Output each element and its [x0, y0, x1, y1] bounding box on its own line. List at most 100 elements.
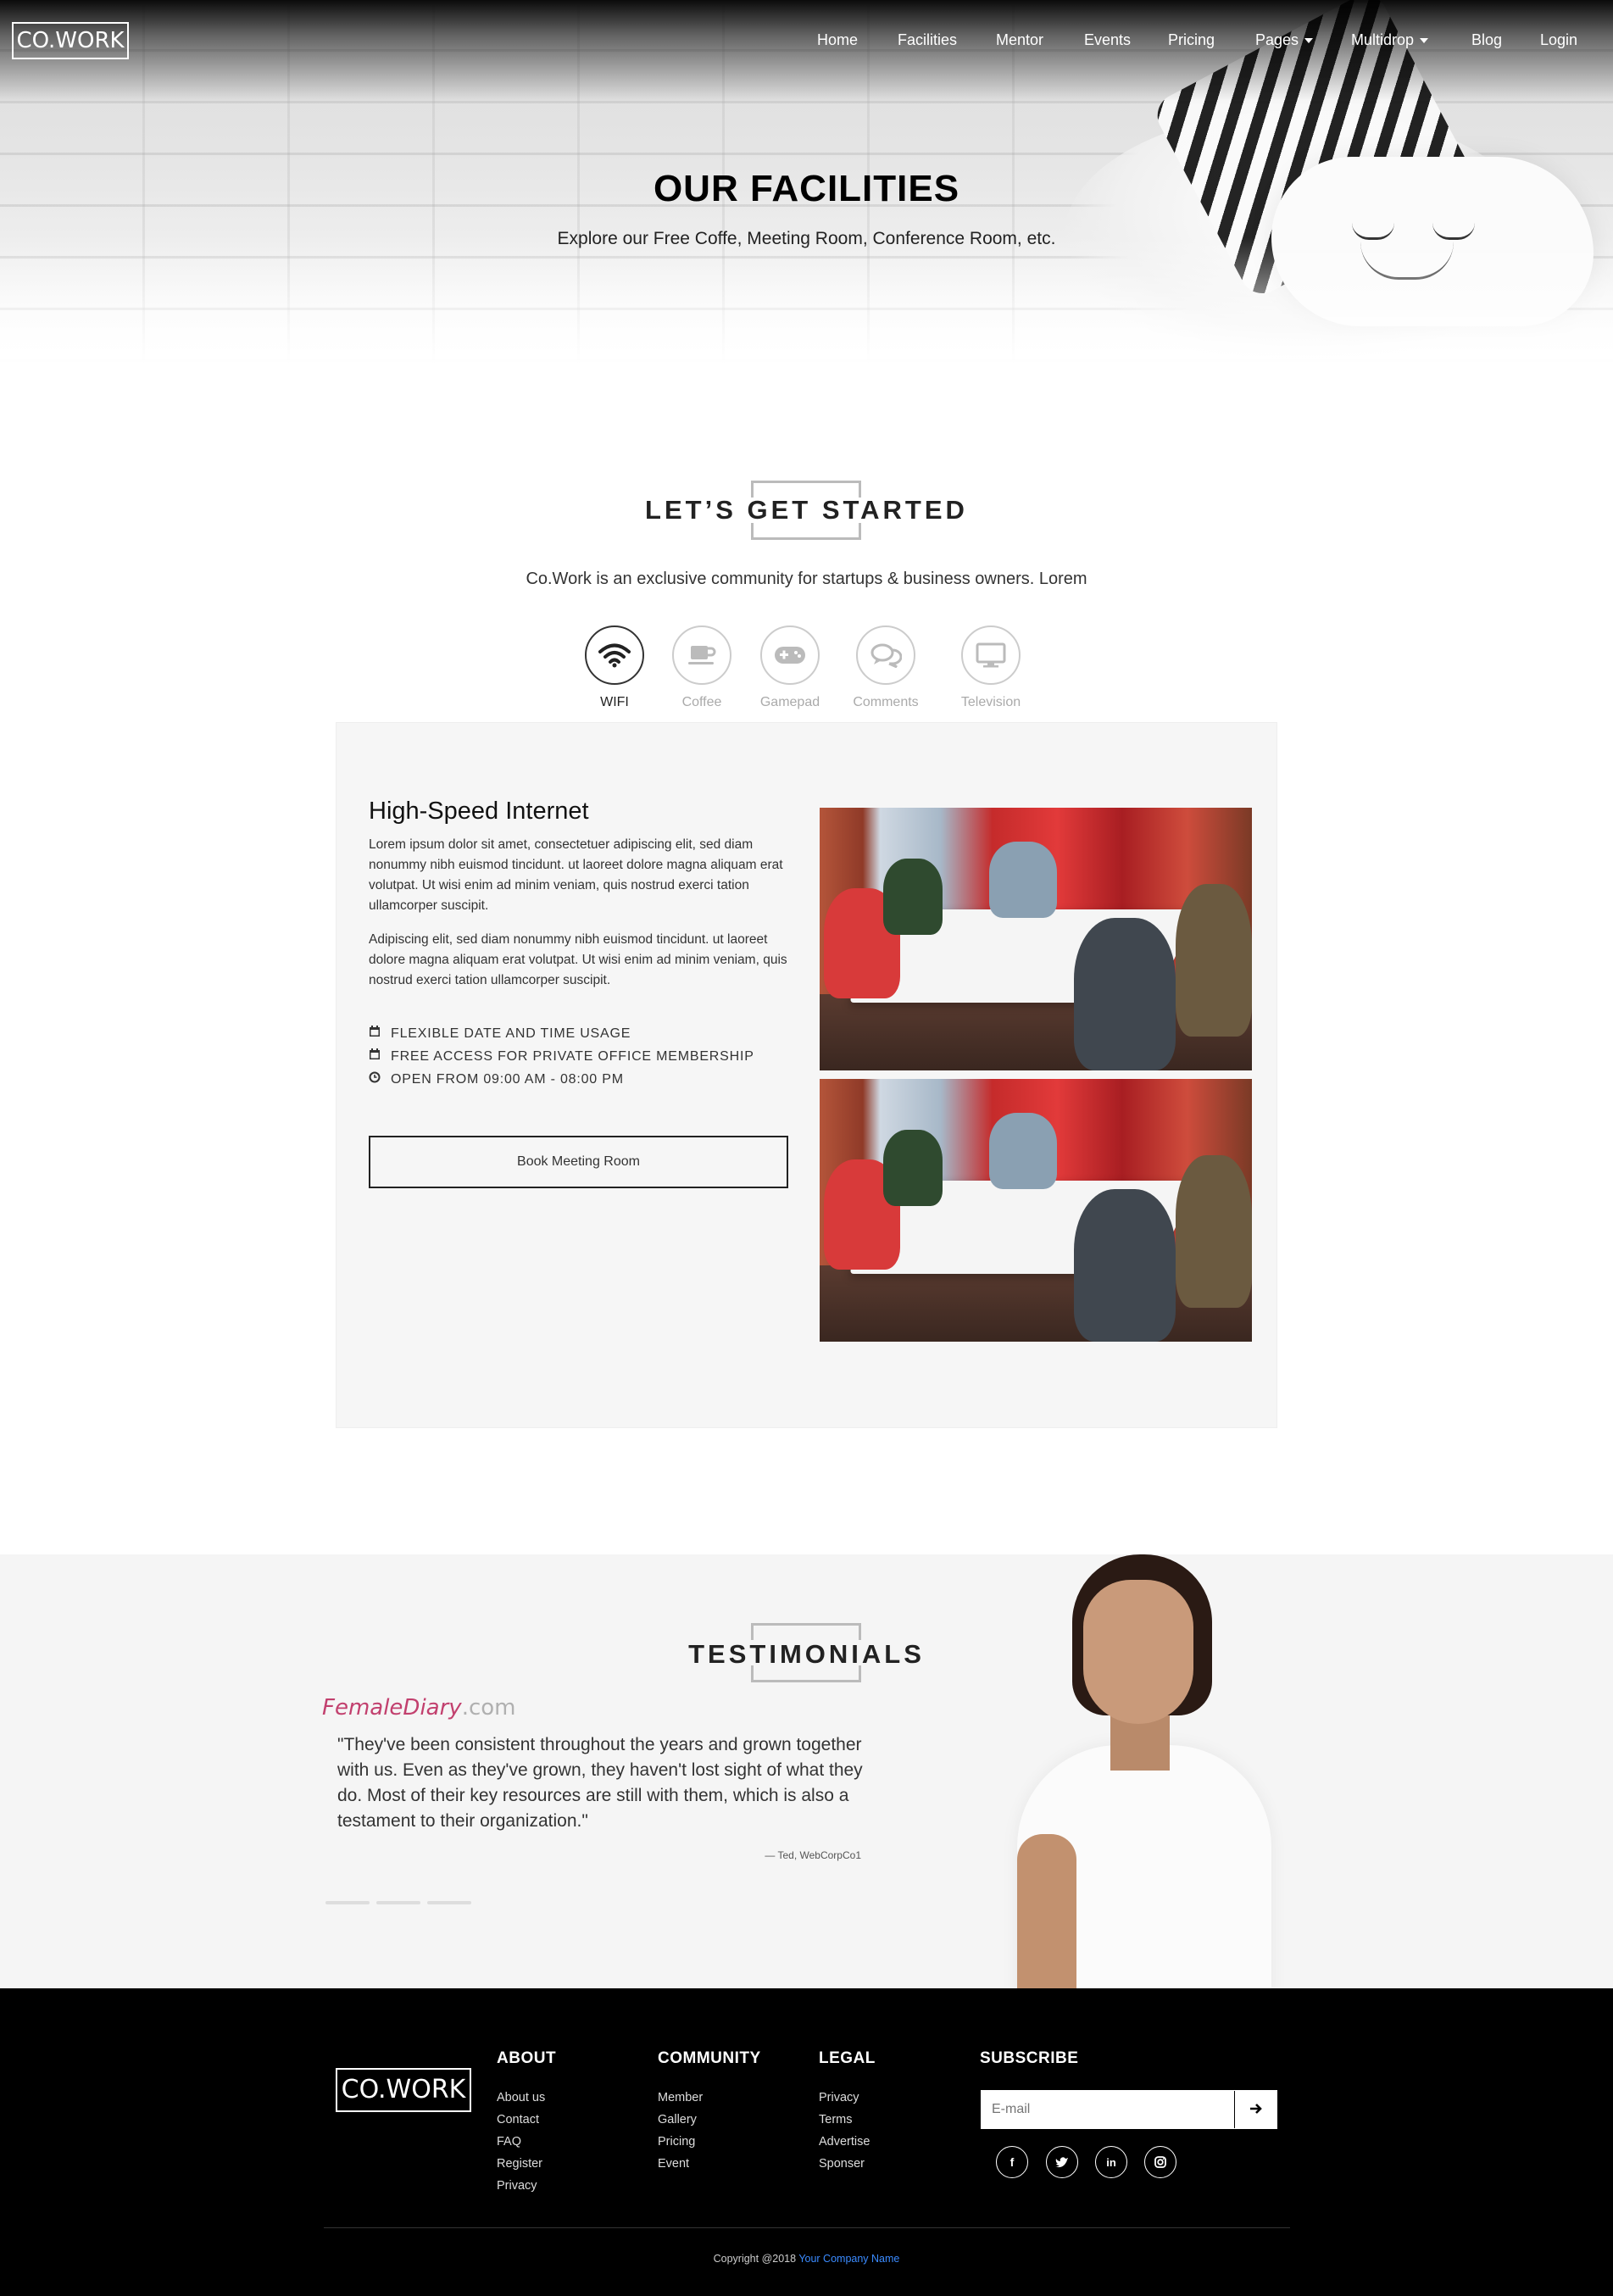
clock-icon — [369, 1071, 386, 1087]
nav-pages-label: Pages — [1255, 31, 1299, 48]
facility-tab-gamepad[interactable]: Gamepad — [760, 625, 820, 709]
section-title-testimonials: TESTIMONIALS — [688, 1639, 925, 1669]
footer-column-about: ABOUT About us Contact FAQ Register Priv… — [497, 2049, 556, 2197]
facility-detail-paragraph: Adipiscing elit, sed diam nonummy nibh e… — [369, 932, 787, 987]
book-meeting-room-button[interactable]: Book Meeting Room — [369, 1136, 788, 1188]
feature-label: FLEXIBLE DATE AND TIME USAGE — [391, 1026, 631, 1041]
facility-tab-comments[interactable]: Comments — [853, 625, 919, 709]
nav-multidrop[interactable]: Multidrop — [1351, 29, 1429, 51]
facility-detail-title: High-Speed Internet — [369, 798, 589, 825]
footer-column-legal: LEGAL Privacy Terms Advertise Sponser — [819, 2049, 876, 2175]
page-subtitle: Explore our Free Coffe, Meeting Room, Co… — [557, 229, 1056, 248]
linkedin-icon[interactable]: in — [1095, 2146, 1127, 2178]
feature-label: OPEN FROM 09:00 AM - 08:00 PM — [391, 1072, 624, 1087]
wifi-icon — [598, 643, 631, 668]
footer-link[interactable]: Privacy — [819, 2087, 876, 2109]
feature-item: FLEXIBLE DATE AND TIME USAGE — [369, 1026, 631, 1042]
footer-link[interactable]: Contact — [497, 2109, 556, 2131]
photo-person — [1176, 1155, 1252, 1308]
meeting-room-photo — [820, 808, 1252, 1070]
feature-item: FREE ACCESS FOR PRIVATE OFFICE MEMBERSHI… — [369, 1048, 754, 1065]
nav-pages[interactable]: Pages — [1255, 29, 1314, 51]
footer-link[interactable]: Event — [658, 2153, 761, 2175]
footer-link[interactable]: Sponser — [819, 2153, 876, 2175]
brand-main: FemaleDiary — [322, 1695, 462, 1721]
calendar-icon — [369, 1026, 386, 1042]
section-title-started: LET’S GET STARTED — [645, 495, 968, 525]
feature-label: FREE ACCESS FOR PRIVATE OFFICE MEMBERSHI… — [391, 1049, 754, 1064]
nav-facilities[interactable]: Facilities — [898, 29, 957, 51]
nav-home[interactable]: Home — [817, 29, 858, 51]
twitter-bird-glyph — [1055, 2157, 1068, 2168]
instagram-icon[interactable] — [1144, 2146, 1176, 2178]
chevron-down-icon — [1420, 38, 1429, 44]
carousel-dot[interactable] — [376, 1901, 420, 1904]
photo-person — [1074, 1189, 1176, 1342]
calendar-icon — [369, 1048, 386, 1065]
facility-circle — [961, 625, 1021, 685]
facility-circle — [856, 625, 915, 685]
facility-label: Television — [960, 695, 1021, 709]
nav-multidrop-label: Multidrop — [1351, 31, 1415, 48]
subscribe-form — [981, 2090, 1277, 2129]
facility-tab-television[interactable]: Television — [961, 625, 1021, 709]
chevron-down-icon — [1304, 38, 1314, 44]
facebook-icon[interactable]: f — [996, 2146, 1028, 2178]
footer-column-community: COMMUNITY Member Gallery Pricing Event — [658, 2049, 761, 2175]
twitter-icon[interactable] — [1046, 2146, 1078, 2178]
footer-link[interactable]: Gallery — [658, 2109, 761, 2131]
footer-link[interactable]: Privacy — [497, 2175, 556, 2197]
footer-heading: SUBSCRIBE — [980, 2049, 1079, 2067]
site-footer: CO.WORK ABOUT About us Contact FAQ Regis… — [0, 1988, 1613, 2296]
person-arm — [1017, 1834, 1076, 1988]
gamepad-icon — [775, 647, 805, 664]
nav-mentor[interactable]: Mentor — [996, 29, 1043, 51]
brand-suffix: .com — [461, 1695, 516, 1721]
nav-pricing[interactable]: Pricing — [1168, 29, 1215, 51]
television-icon — [976, 642, 1006, 668]
instagram-glyph — [1154, 2156, 1166, 2168]
footer-heading: COMMUNITY — [658, 2049, 761, 2067]
facility-detail-paragraph: Lorem ipsum dolor sit amet, consectetuer… — [369, 837, 783, 913]
copyright-text: Copyright @2018 — [713, 2253, 797, 2265]
footer-link[interactable]: Member — [658, 2087, 761, 2109]
coffee-icon — [688, 646, 716, 664]
facility-detail-panel: High-Speed Internet Lorem ipsum dolor si… — [336, 722, 1277, 1428]
subscribe-button[interactable] — [1234, 2091, 1276, 2128]
facility-tab-wifi[interactable]: WIFI — [585, 625, 644, 709]
footer-divider — [324, 2227, 1290, 2228]
photo-person — [883, 1130, 943, 1206]
nav-login[interactable]: Login — [1540, 29, 1577, 51]
nav-blog[interactable]: Blog — [1471, 29, 1502, 51]
facility-circle — [672, 625, 731, 685]
feature-item: OPEN FROM 09:00 AM - 08:00 PM — [369, 1071, 624, 1087]
photo-person — [989, 1113, 1057, 1189]
footer-column-subscribe: SUBSCRIBE — [980, 2049, 1078, 2087]
nav-events[interactable]: Events — [1084, 29, 1131, 51]
company-link[interactable]: Your Company Name — [798, 2253, 899, 2265]
footer-logo[interactable]: CO.WORK — [336, 2068, 471, 2112]
person-face — [1083, 1580, 1193, 1724]
hero-fade — [0, 237, 1613, 364]
footer-link[interactable]: FAQ — [497, 2131, 556, 2153]
section-intro: Co.Work is an exclusive community for st… — [526, 570, 1087, 588]
carousel-dot[interactable] — [325, 1901, 370, 1904]
page-title: OUR FACILITIES — [653, 168, 960, 209]
facility-tab-coffee[interactable]: Coffee — [672, 625, 731, 709]
footer-link[interactable]: Advertise — [819, 2131, 876, 2153]
carousel-dot[interactable] — [427, 1901, 471, 1904]
email-field[interactable] — [982, 2091, 1234, 2128]
testimonial-quote: "They've been consistent throughout the … — [337, 1735, 863, 1831]
facility-circle — [760, 625, 820, 685]
footer-link[interactable]: Terms — [819, 2109, 876, 2131]
photo-person — [1176, 884, 1252, 1037]
copyright: Copyright @2018 Your Company Name — [0, 2253, 1613, 2265]
femalediary-logo: FemaleDiary.com — [322, 1695, 515, 1721]
footer-link[interactable]: About us — [497, 2087, 556, 2109]
footer-heading: LEGAL — [819, 2049, 876, 2067]
footer-link[interactable]: Register — [497, 2153, 556, 2175]
photo-person — [883, 859, 943, 935]
footer-link[interactable]: Pricing — [658, 2131, 761, 2153]
facility-circle — [585, 625, 644, 685]
carousel-indicators — [325, 1893, 478, 1909]
